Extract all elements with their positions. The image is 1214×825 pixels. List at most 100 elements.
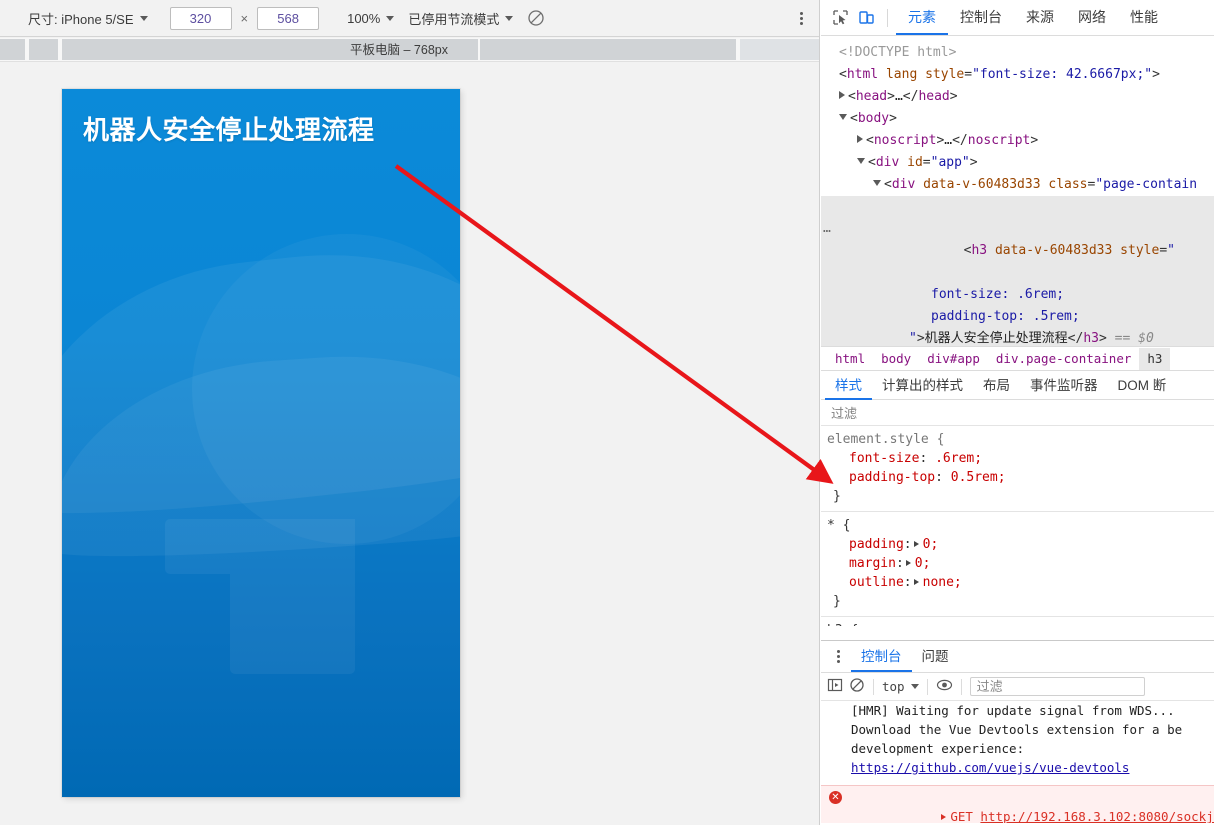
zoom-selector[interactable]: 100% xyxy=(347,6,395,30)
dom-node-body[interactable]: <body> xyxy=(821,108,1214,130)
console-sidebar-icon[interactable] xyxy=(827,677,843,696)
tab-event-listeners[interactable]: 事件监听器 xyxy=(1020,371,1108,400)
style-declaration[interactable]: outline: none; xyxy=(827,573,1214,592)
breakpoint-ruler-bar: 平板电脑 – 768px xyxy=(0,38,819,62)
breadcrumb-item-h3[interactable]: h3 xyxy=(1139,347,1171,370)
dom-node-h3-style-line: padding-top: .5rem; xyxy=(821,306,1214,328)
kebab-menu-icon[interactable] xyxy=(829,648,847,666)
breadcrumb-item-div-app[interactable]: div#app xyxy=(919,348,988,370)
expand-triangle-icon[interactable] xyxy=(941,814,947,820)
tab-computed[interactable]: 计算出的样式 xyxy=(872,371,973,400)
dom-node-html[interactable]: <html lang style="font-size: 42.6667px;"… xyxy=(821,64,1214,86)
kebab-menu-icon[interactable] xyxy=(792,9,810,27)
dom-node-head[interactable]: <head>…</head> xyxy=(821,86,1214,108)
style-property-name[interactable]: outline xyxy=(849,575,904,590)
expand-triangle-icon[interactable] xyxy=(913,579,919,585)
clear-console-icon[interactable] xyxy=(849,677,865,696)
breadcrumb: html body div#app div.page-container h3 xyxy=(821,346,1214,370)
chevron-down-icon xyxy=(386,15,395,21)
breadcrumb-item-html[interactable]: html xyxy=(827,348,873,370)
chevron-down-icon xyxy=(139,15,148,21)
style-property-name[interactable]: font-size xyxy=(849,451,919,466)
style-declaration[interactable]: margin: 0; xyxy=(827,554,1214,573)
device-size-selector[interactable]: 尺寸: iPhone 5/SE xyxy=(28,6,148,30)
error-url[interactable]: http://192.168.3.102:8080/sockjs-node/ xyxy=(980,809,1214,823)
breadcrumb-item-body[interactable]: body xyxy=(873,348,919,370)
styles-rules-list[interactable]: element.style { font-size: .6rem; paddin… xyxy=(821,426,1214,626)
style-rule-h3[interactable]: h3 { xyxy=(821,617,1214,626)
dom-node-doctype[interactable]: <!DOCTYPE html> xyxy=(821,42,1214,64)
devtools-tabbar: 元素 控制台 来源 网络 性能 xyxy=(821,0,1214,36)
style-property-value[interactable]: .6rem; xyxy=(935,451,982,466)
zoom-label: 100% xyxy=(347,10,381,26)
toolbar-divider xyxy=(926,678,928,695)
device-toolbar-icon[interactable] xyxy=(853,5,879,31)
tab-elements[interactable]: 元素 xyxy=(896,0,948,35)
style-declaration[interactable]: padding: 0; xyxy=(827,535,1214,554)
style-property-value[interactable]: 0; xyxy=(915,556,931,571)
device-viewport-frame[interactable]: 机器人安全停止处理流程 xyxy=(62,89,460,797)
dom-node-div-app[interactable]: <div id="app"> xyxy=(821,152,1214,174)
styles-tabbar: 样式 计算出的样式 布局 事件监听器 DOM 断 xyxy=(821,370,1214,400)
style-declaration[interactable]: font-size: .6rem; xyxy=(827,449,1214,468)
tab-performance[interactable]: 性能 xyxy=(1118,0,1170,35)
dom-node-h3-style-line: font-size: .6rem; xyxy=(821,284,1214,306)
console-error-row[interactable]: ✕ GET http://192.168.3.102:8080/sockjs-n… xyxy=(821,785,1214,823)
tab-layout[interactable]: 布局 xyxy=(973,371,1020,400)
toolbar-divider xyxy=(887,8,888,27)
rotate-icon[interactable] xyxy=(527,9,545,27)
breakpoint-segment-active[interactable]: 平板电脑 – 768px xyxy=(62,39,738,60)
expand-triangle-icon[interactable] xyxy=(913,541,919,547)
tab-dom-breakpoints[interactable]: DOM 断 xyxy=(1108,371,1177,400)
style-property-value[interactable]: 0; xyxy=(923,537,939,552)
viewport-width-input[interactable]: 320 xyxy=(169,6,232,30)
toolbar-divider xyxy=(873,678,874,695)
breakpoint-divider xyxy=(478,39,480,60)
dom-node-div-page-container[interactable]: <div data-v-60483d33 class="page-contain xyxy=(821,174,1214,196)
style-rule-element-style[interactable]: element.style { font-size: .6rem; paddin… xyxy=(821,426,1214,512)
chevron-down-icon xyxy=(910,684,919,689)
tab-sources[interactable]: 来源 xyxy=(1014,0,1066,35)
style-property-name[interactable]: margin xyxy=(849,556,896,571)
watermark-letter-shape xyxy=(165,519,230,574)
style-rule-close: } xyxy=(833,489,841,504)
breakpoint-segment[interactable] xyxy=(0,39,27,60)
dom-node-h3-selected[interactable]: … <h3 data-v-60483d33 style=" xyxy=(821,196,1214,284)
style-rule-close: } xyxy=(833,594,841,609)
style-rule-selector: h3 { xyxy=(827,621,1214,626)
style-rule-universal[interactable]: * { padding: 0; margin: 0; outline: none; } xyxy=(821,512,1214,617)
tab-network[interactable]: 网络 xyxy=(1066,0,1118,35)
style-property-name[interactable]: padding-top xyxy=(849,470,935,485)
tab-console[interactable]: 控制台 xyxy=(948,0,1014,35)
styles-filter-input[interactable]: 过滤 xyxy=(821,400,1214,426)
console-error-text[interactable]: GET http://192.168.3.102:8080/sockjs-nod… xyxy=(821,788,1214,823)
expand-ellipsis-icon[interactable]: … xyxy=(823,218,832,240)
console-message: [HMR] Waiting for update signal from WDS… xyxy=(851,703,1175,718)
inspect-cursor-icon[interactable] xyxy=(827,5,853,31)
style-property-value[interactable]: none; xyxy=(923,575,962,590)
drawer-tab-issues[interactable]: 问题 xyxy=(912,641,959,672)
expand-triangle-icon[interactable] xyxy=(905,560,911,566)
viewport-height-input[interactable]: 568 xyxy=(257,6,320,30)
dom-tree[interactable]: <!DOCTYPE html> <html lang style="font-s… xyxy=(821,36,1214,346)
dom-node-h3-text: ">机器人安全停止处理流程</h3> == $0 xyxy=(821,328,1214,346)
console-context-label: top xyxy=(882,679,905,694)
console-context-selector[interactable]: top xyxy=(882,679,919,694)
style-property-name[interactable]: padding xyxy=(849,537,904,552)
tab-styles[interactable]: 样式 xyxy=(825,371,872,400)
drawer-tab-console[interactable]: 控制台 xyxy=(851,641,912,672)
page-background xyxy=(62,89,460,797)
console-filter-input[interactable]: 过滤 xyxy=(969,677,1145,696)
console-messages[interactable]: [HMR] Waiting for update signal from WDS… xyxy=(821,701,1214,823)
style-declaration[interactable]: padding-top: 0.5rem; xyxy=(827,468,1214,487)
screenshot-root: 尺寸: iPhone 5/SE 320 × 568 100% 已停用节流模式 平… xyxy=(0,0,1214,825)
throttling-label: 已停用节流模式 xyxy=(408,11,500,27)
style-property-value[interactable]: 0.5rem; xyxy=(951,470,1006,485)
breakpoint-segment[interactable] xyxy=(29,39,60,60)
dom-node-noscript[interactable]: <noscript>…</noscript> xyxy=(821,130,1214,152)
throttling-selector[interactable]: 已停用节流模式 xyxy=(408,6,514,30)
live-expression-icon[interactable] xyxy=(936,677,953,696)
console-message-link[interactable]: https://github.com/vuejs/vue-devtools xyxy=(821,758,1214,777)
breadcrumb-item-div-page-container[interactable]: div.page-container xyxy=(988,348,1139,370)
breakpoint-segment[interactable] xyxy=(740,39,819,60)
